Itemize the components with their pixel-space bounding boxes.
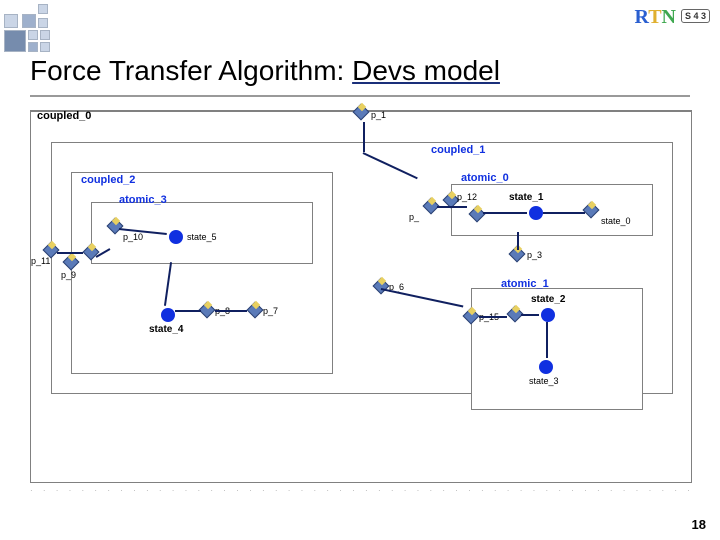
edge: [483, 212, 527, 214]
port-icon: [445, 194, 457, 206]
edge: [363, 122, 365, 152]
port-icon: [109, 220, 121, 232]
label-state-2: state_2: [531, 294, 565, 305]
label-state-0: state_0: [601, 216, 631, 226]
state-circle: [539, 360, 553, 374]
label-atomic-1: atomic_1: [501, 278, 549, 290]
state-circle: [529, 206, 543, 220]
label-coupled-1: coupled_1: [431, 144, 485, 156]
port-icon: [201, 304, 213, 316]
edge: [215, 310, 247, 312]
label-atomic-0: atomic_0: [461, 172, 509, 184]
edge: [546, 322, 548, 358]
edge: [479, 316, 507, 318]
edge: [543, 212, 585, 214]
dotted-rule: · · · · · · · · · · · · · · · · · · · · …: [30, 486, 690, 495]
state-circle: [541, 308, 555, 322]
logo-letter-t: T: [648, 6, 661, 28]
page-number: 18: [692, 517, 706, 532]
label-state-1: state_1: [509, 192, 543, 203]
edge: [437, 206, 467, 208]
label-state-3: state_3: [529, 376, 559, 386]
title-plain: Force Transfer Algorithm:: [30, 55, 352, 86]
port-label-extra: p_: [409, 212, 419, 222]
label-atomic-3: atomic_3: [119, 194, 167, 206]
title-rule: [30, 95, 690, 97]
port-icon: [425, 200, 437, 212]
edge: [57, 252, 83, 254]
title-underlined: Devs model: [352, 55, 500, 86]
port-label-p3: p_3: [527, 250, 542, 260]
port-label-p7: p_7: [263, 306, 278, 316]
state-circle: [161, 308, 175, 322]
edge: [517, 232, 519, 250]
label-coupled-2: coupled_2: [81, 174, 135, 186]
port-label-p11: p_11: [31, 256, 50, 266]
port-label-p1: p_1: [371, 110, 386, 120]
edge: [175, 310, 201, 312]
logo-letter-n: N: [662, 6, 676, 28]
port-icon: [355, 106, 367, 118]
label-coupled-0: coupled_0: [37, 110, 91, 122]
port-icon: [65, 256, 77, 268]
port-label-p9: p_9: [61, 270, 76, 280]
diagram-frame: coupled_0 p_1 coupled_1 coupled_2 atomic…: [30, 110, 692, 483]
box-atomic-1: [471, 288, 643, 410]
slide: RTN S 4 3 Force Transfer Algorithm: Devs…: [0, 0, 720, 540]
edge: [521, 314, 539, 316]
port-label-p12: p_12: [457, 192, 477, 202]
logo: RTN S 4 3: [634, 6, 710, 29]
port-icon: [509, 308, 521, 320]
port-label-p10: p_10: [123, 232, 143, 242]
state-circle: [169, 230, 183, 244]
port-icon: [471, 208, 483, 220]
label-state-5: state_5: [187, 232, 217, 242]
port-icon: [465, 310, 477, 322]
logo-badge: S 4 3: [681, 9, 710, 23]
label-state-4: state_4: [149, 324, 183, 335]
port-icon: [45, 244, 57, 256]
port-icon: [585, 204, 597, 216]
logo-letter-r: R: [634, 6, 648, 28]
port-icon: [249, 304, 261, 316]
page-title: Force Transfer Algorithm: Devs model: [30, 55, 500, 87]
